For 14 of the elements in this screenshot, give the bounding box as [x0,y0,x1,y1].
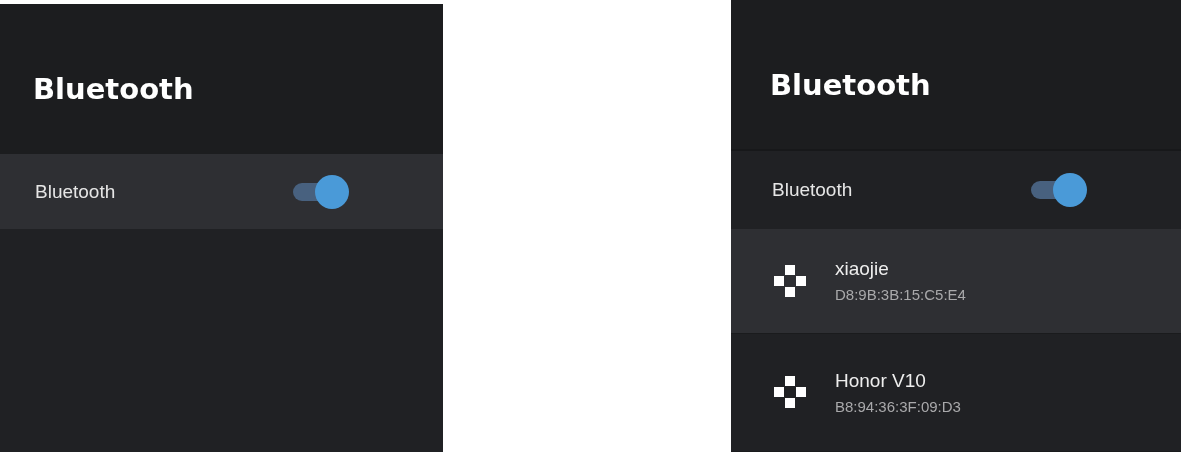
gamepad-icon [773,263,807,298]
device-name: Honor V10 [835,369,927,392]
device-row[interactable]: xiaojie D8:9B:3B:15:C5:E4 [731,229,1181,334]
toggle-switch[interactable] [293,174,349,209]
setting-row[interactable]: Bluetooth [0,154,443,229]
page-title: Bluetooth [33,72,194,106]
toggle-switch[interactable] [1031,173,1087,208]
setting-label: Bluetooth [772,179,853,202]
setting-label: Bluetooth [35,180,116,203]
device-address: B8:94:36:3F:09:D3 [835,397,961,415]
page-title: Bluetooth [770,67,931,102]
device-address: D8:9B:3B:15:C5:E4 [835,286,966,304]
gamepad-icon [773,375,807,410]
device-name: xiaojie [835,258,890,281]
